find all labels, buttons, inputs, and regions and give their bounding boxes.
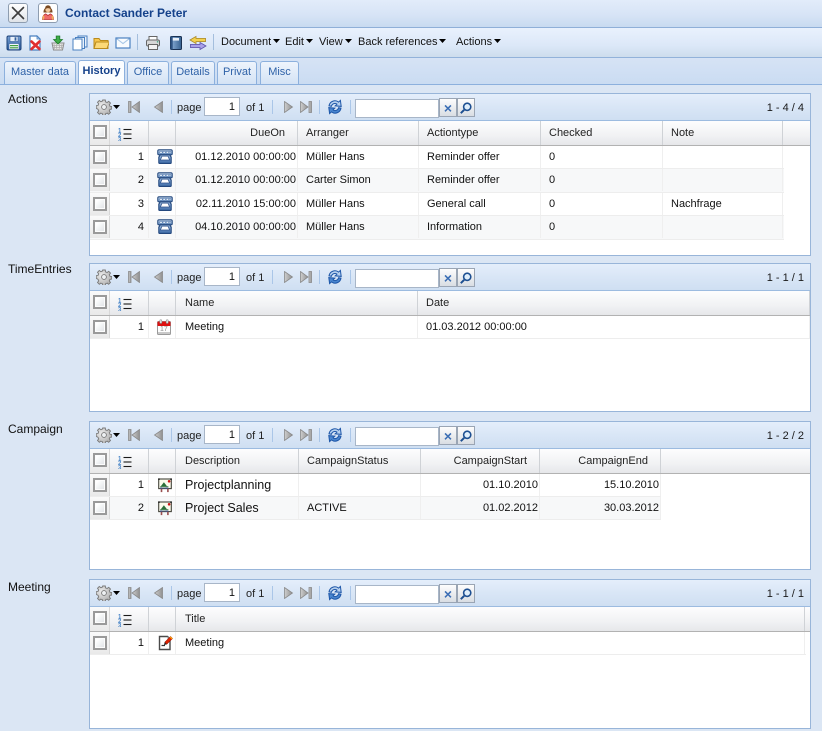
svg-text:3: 3 [118, 138, 122, 142]
svg-text:3: 3 [118, 624, 122, 628]
svg-text:17: 17 [160, 326, 168, 333]
svg-text:3: 3 [118, 466, 122, 470]
svg-text:3: 3 [118, 308, 122, 312]
